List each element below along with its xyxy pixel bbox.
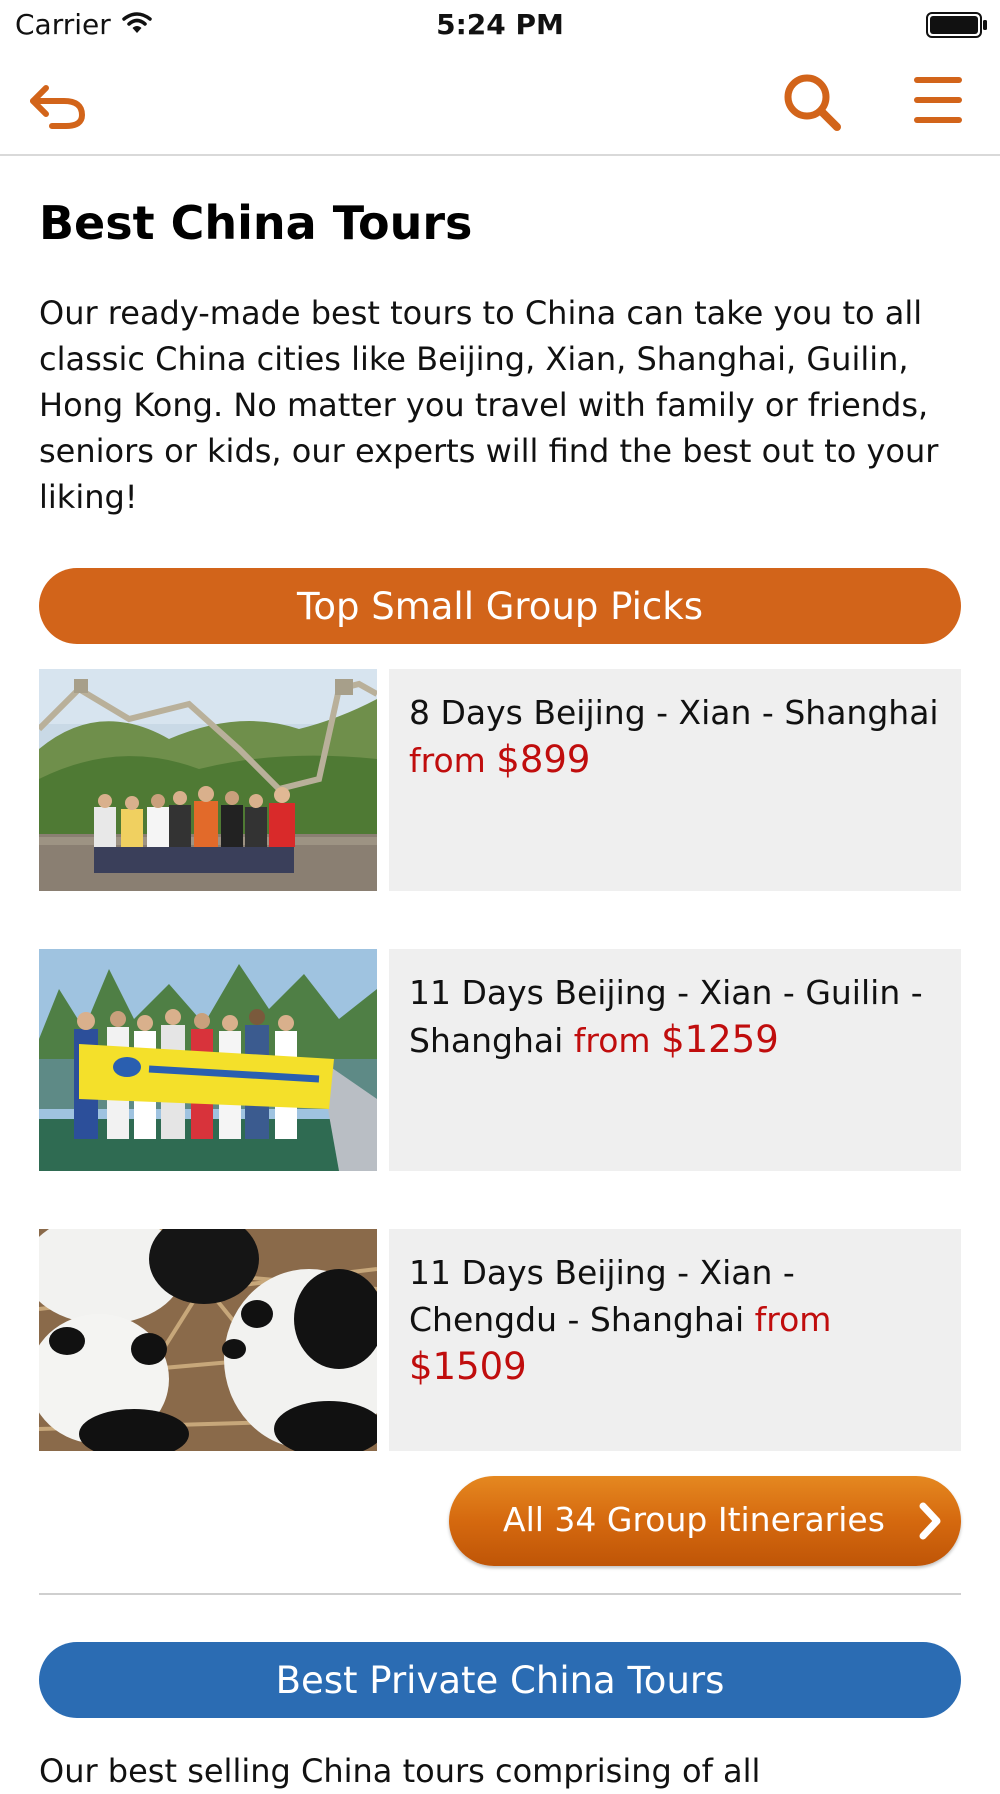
back-icon[interactable]	[28, 74, 88, 130]
status-bar: Carrier 5:24 PM	[0, 0, 1000, 50]
section-header-private[interactable]: Best Private China Tours	[39, 1642, 961, 1718]
from-label: from	[754, 1300, 832, 1339]
tour-title: 11 Days Beijing - Xian - Chengdu - Shang…	[409, 1253, 795, 1339]
battery-icon	[926, 12, 987, 38]
li-river-group-photo[interactable]	[39, 949, 377, 1171]
from-label: from	[409, 741, 486, 780]
section-header-small-group[interactable]: Top Small Group Picks	[39, 568, 961, 644]
tour-description: 11 Days Beijing - Xian - Chengdu - Shang…	[409, 1249, 945, 1391]
great-wall-photo[interactable]	[39, 669, 377, 891]
all-group-itineraries-label: All 34 Group Itineraries	[503, 1500, 885, 1539]
section-header-label: Best Private China Tours	[275, 1658, 725, 1702]
tour-card[interactable]: 11 Days Beijing - Xian - Guilin - Shangh…	[39, 949, 961, 1171]
tour-info[interactable]: 8 Days Beijing - Xian - Shanghai from $8…	[389, 669, 961, 891]
tour-price: $1259	[661, 1018, 779, 1061]
status-time: 5:24 PM	[436, 8, 564, 41]
tour-price: $899	[496, 738, 591, 781]
tour-card[interactable]: 11 Days Beijing - Xian - Chengdu - Shang…	[39, 1229, 961, 1451]
tour-info[interactable]: 11 Days Beijing - Xian - Chengdu - Shang…	[389, 1229, 961, 1451]
giant-panda-photo[interactable]	[39, 1229, 377, 1451]
from-label: from	[573, 1021, 651, 1060]
search-icon[interactable]	[782, 72, 842, 132]
tour-card[interactable]: 8 Days Beijing - Xian - Shanghai from $8…	[39, 669, 961, 891]
menu-icon[interactable]	[912, 74, 964, 126]
section-header-label: Top Small Group Picks	[297, 584, 703, 628]
intro-paragraph: Our ready-made best tours to China can t…	[39, 294, 939, 516]
tour-description: 11 Days Beijing - Xian - Guilin - Shangh…	[409, 969, 945, 1064]
tour-title: 8 Days Beijing - Xian - Shanghai	[409, 693, 939, 732]
page-title: Best China Tours	[39, 196, 473, 250]
tour-description: 8 Days Beijing - Xian - Shanghai from $8…	[409, 689, 945, 784]
all-group-itineraries-button[interactable]: All 34 Group Itineraries	[449, 1476, 961, 1566]
tour-info[interactable]: 11 Days Beijing - Xian - Guilin - Shangh…	[389, 949, 961, 1171]
private-intro-paragraph: Our best selling China tours comprising …	[39, 1752, 761, 1790]
nav-bar	[0, 50, 1000, 156]
tour-price: $1509	[409, 1345, 527, 1388]
chevron-right-icon	[919, 1502, 941, 1540]
section-divider	[39, 1593, 961, 1595]
